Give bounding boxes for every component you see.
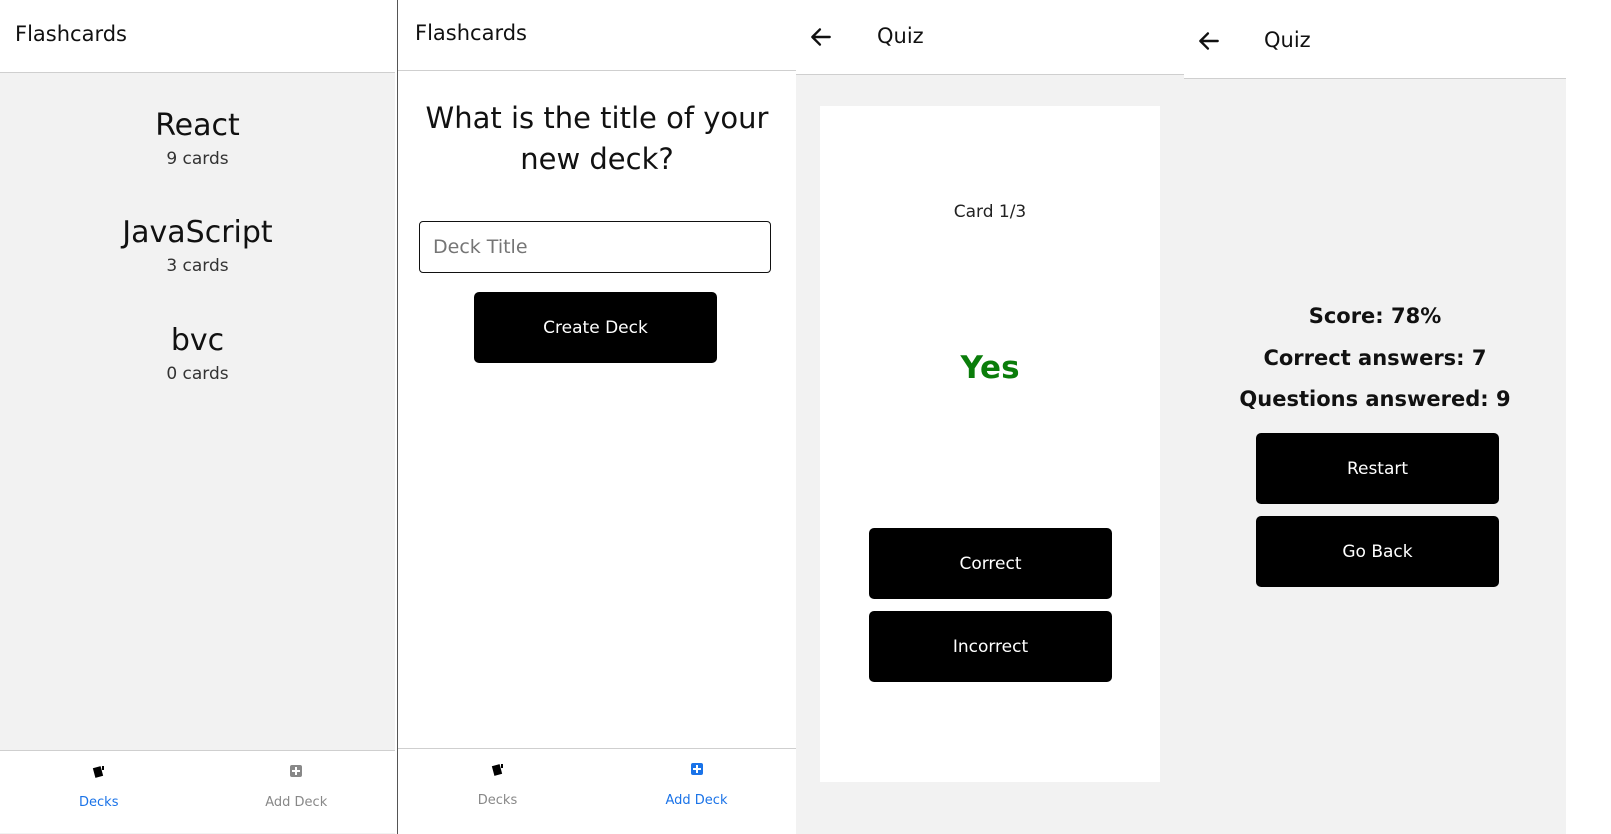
- create-deck-button[interactable]: Create Deck: [474, 292, 717, 363]
- app-header: Quiz: [1184, 0, 1566, 79]
- score-text: Score: 78%: [1308, 304, 1442, 328]
- cards-icon: [92, 766, 104, 778]
- back-arrow-icon[interactable]: [808, 24, 834, 50]
- new-deck-question: What is the title of your new deck?: [425, 101, 769, 176]
- back-arrow-icon[interactable]: [1196, 28, 1222, 54]
- correct-label: Correct: [959, 553, 1022, 574]
- bottom-tab-bar: Decks Add Deck: [0, 750, 395, 833]
- tab-add-deck[interactable]: Add Deck: [597, 749, 796, 833]
- app-header: Flashcards: [0, 0, 395, 73]
- plus-square-icon: [690, 763, 703, 775]
- deck-title: React: [155, 108, 240, 143]
- deck-title-input[interactable]: [419, 221, 771, 273]
- quiz-card: Card 1/3 Yes Correct Incorrect: [820, 106, 1160, 782]
- tab-label: Decks: [79, 795, 119, 810]
- tab-label: Add Deck: [665, 793, 728, 808]
- go-back-button[interactable]: Go Back: [1256, 516, 1499, 587]
- deck-card-count: 0 cards: [166, 364, 229, 384]
- deck-card-count: 3 cards: [166, 256, 229, 276]
- deck-item-javascript[interactable]: JavaScript 3 cards: [0, 215, 395, 276]
- go-back-label: Go Back: [1342, 541, 1413, 562]
- tab-decks[interactable]: Decks: [398, 749, 597, 833]
- quiz-results-screen: Quiz Score: 78% Correct answers: 7 Quest…: [1184, 0, 1566, 834]
- app-header: Flashcards: [398, 0, 796, 71]
- app-header: Quiz: [796, 0, 1184, 75]
- correct-button[interactable]: Correct: [869, 528, 1112, 599]
- header-title: Flashcards: [415, 21, 527, 45]
- cards-icon: [491, 764, 503, 776]
- tab-label: Decks: [477, 793, 518, 808]
- header-title: Quiz: [877, 24, 924, 48]
- add-deck-screen: Flashcards What is the title of your new…: [397, 0, 797, 834]
- create-deck-label: Create Deck: [543, 317, 648, 338]
- deck-title: bvc: [170, 323, 225, 358]
- card-answer: Yes: [960, 350, 1020, 386]
- deck-item-bvc[interactable]: bvc 0 cards: [0, 323, 395, 384]
- deck-title: JavaScript: [122, 215, 273, 250]
- deck-card-count: 9 cards: [166, 149, 229, 169]
- plus-square-icon: [290, 765, 303, 777]
- header-title: Quiz: [1264, 28, 1311, 52]
- restart-label: Restart: [1346, 458, 1409, 479]
- correct-answers-text: Correct answers: 7: [1263, 346, 1487, 370]
- questions-answered-text: Questions answered: 9: [1239, 387, 1511, 411]
- incorrect-button[interactable]: Incorrect: [869, 611, 1112, 682]
- card-progress: Card 1/3: [953, 202, 1027, 222]
- tab-add-deck[interactable]: Add Deck: [198, 751, 396, 833]
- bottom-tab-bar: Decks Add Deck: [398, 748, 796, 833]
- header-title: Flashcards: [15, 22, 127, 46]
- deck-item-react[interactable]: React 9 cards: [0, 108, 395, 169]
- tab-label: Add Deck: [265, 795, 328, 810]
- tab-decks[interactable]: Decks: [0, 751, 198, 833]
- quiz-screen: Quiz Card 1/3 Yes Correct Incorrect: [796, 0, 1184, 834]
- incorrect-label: Incorrect: [952, 636, 1029, 657]
- decks-screen: Flashcards React 9 cards JavaScript 3 ca…: [0, 0, 395, 834]
- restart-button[interactable]: Restart: [1256, 433, 1499, 504]
